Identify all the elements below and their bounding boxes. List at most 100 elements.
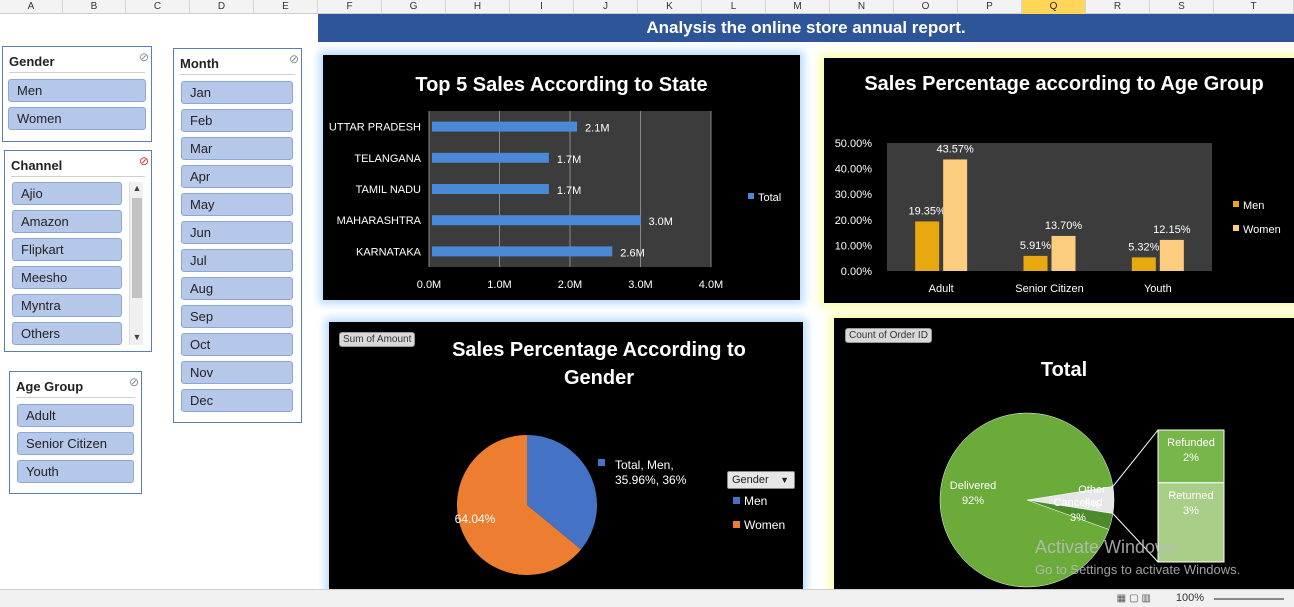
category-label: TELANGANA bbox=[354, 153, 421, 165]
column-header-c[interactable]: C bbox=[126, 0, 190, 14]
category-label: TAMIL NADU bbox=[356, 184, 421, 196]
slicer-item-mar[interactable]: Mar bbox=[181, 137, 293, 160]
legend-swatch-women bbox=[733, 521, 740, 528]
x-tick-label: 2.0M bbox=[558, 279, 582, 291]
column-header-l[interactable]: L bbox=[702, 0, 766, 14]
activate-windows-watermark: Activate Windows bbox=[1035, 537, 1178, 557]
month-slicer-title: Month bbox=[180, 53, 295, 75]
x-tick-label: 0.0M bbox=[417, 279, 441, 291]
gender-slicer[interactable]: Gender ⊘ Men Women bbox=[2, 46, 152, 142]
category-label: MAHARASHTRA bbox=[337, 215, 422, 227]
category-label: Senior Citizen bbox=[1015, 283, 1083, 295]
slicer-item-ajio[interactable]: Ajio bbox=[12, 182, 122, 205]
clear-filter-icon[interactable]: ⊘ bbox=[139, 50, 149, 64]
slicer-item-flipkart[interactable]: Flipkart bbox=[12, 238, 122, 261]
slicer-item-jul[interactable]: Jul bbox=[181, 249, 293, 272]
data-label: 2.6M bbox=[620, 247, 644, 259]
slicer-item-jun[interactable]: Jun bbox=[181, 221, 293, 244]
column-header-s[interactable]: S bbox=[1150, 0, 1214, 14]
slicer-item-sep[interactable]: Sep bbox=[181, 305, 293, 328]
data-label-women: 64.04% bbox=[455, 512, 496, 526]
slicer-item-others[interactable]: Others bbox=[12, 322, 122, 345]
column-header-a[interactable]: A bbox=[0, 0, 63, 14]
column-header-f[interactable]: F bbox=[318, 0, 382, 14]
clear-filter-icon[interactable]: ⊘ bbox=[129, 375, 139, 389]
column-header-j[interactable]: J bbox=[574, 0, 638, 14]
slicer-item-feb[interactable]: Feb bbox=[181, 109, 293, 132]
data-label: 1.7M bbox=[557, 185, 581, 197]
slicer-item-amazon[interactable]: Amazon bbox=[12, 210, 122, 233]
dropdown-arrow-icon: ▼ bbox=[780, 475, 789, 485]
category-label: Adult bbox=[929, 283, 954, 295]
column-header-b[interactable]: B bbox=[63, 0, 126, 14]
channel-scrollbar[interactable]: ▲ ▼ bbox=[129, 182, 143, 345]
gender-sales-panel[interactable]: Sum of Amount Sales Percentage According… bbox=[329, 322, 803, 589]
legend-swatch-women bbox=[1233, 225, 1239, 231]
bar-women-adult bbox=[943, 159, 968, 271]
clear-filter-icon[interactable]: ⊘ bbox=[289, 52, 299, 66]
gender-sales-chart: Total, Men, 35.96%, 36% 64.04% Men Women bbox=[455, 435, 785, 575]
column-header-g[interactable]: G bbox=[382, 0, 446, 14]
slicer-item-aug[interactable]: Aug bbox=[181, 277, 293, 300]
slicer-item-oct[interactable]: Oct bbox=[181, 333, 293, 356]
column-header-d[interactable]: D bbox=[190, 0, 254, 14]
x-tick-label: 3.0M bbox=[628, 279, 652, 291]
slicer-item-nov[interactable]: Nov bbox=[181, 361, 293, 384]
column-header-t[interactable]: T bbox=[1214, 0, 1294, 14]
legend-label-total: Total bbox=[758, 192, 781, 204]
slicer-item-men[interactable]: Men bbox=[8, 79, 146, 102]
month-slicer[interactable]: Month ⊘ Jan Feb Mar Apr May Jun Jul Aug Sep Oct No… bbox=[173, 48, 302, 423]
activate-windows-subtext: Go to Settings to activate Windows. bbox=[1035, 562, 1241, 577]
scroll-thumb[interactable] bbox=[132, 198, 142, 298]
age-group-slicer-title: Age Group bbox=[16, 376, 135, 398]
data-label: 13.70% bbox=[1045, 220, 1083, 232]
y-tick-label: 30.00% bbox=[835, 189, 873, 201]
x-tick-label: 1.0M bbox=[487, 279, 511, 291]
gender-filter-button[interactable]: Gender ▼ bbox=[727, 471, 795, 489]
zoom-slider[interactable] bbox=[1214, 598, 1284, 600]
view-mode-icons[interactable]: ▦▢▥ bbox=[1117, 593, 1154, 604]
slicer-item-dec[interactable]: Dec bbox=[181, 389, 293, 412]
column-header-p[interactable]: P bbox=[958, 0, 1022, 14]
bar-karnataka bbox=[432, 246, 613, 257]
category-label: KARNATAKA bbox=[356, 246, 422, 258]
slicer-item-jan[interactable]: Jan bbox=[181, 81, 293, 104]
clear-filter-icon[interactable]: ⊘ bbox=[139, 154, 149, 168]
column-header-r[interactable]: R bbox=[1086, 0, 1150, 14]
scroll-up-icon[interactable]: ▲ bbox=[130, 183, 144, 193]
slicer-item-youth[interactable]: Youth bbox=[17, 460, 134, 483]
slicer-item-women[interactable]: Women bbox=[8, 107, 146, 130]
y-tick-label: 40.00% bbox=[835, 164, 873, 176]
column-header-h[interactable]: H bbox=[446, 0, 510, 14]
column-header-m[interactable]: M bbox=[766, 0, 830, 14]
slicer-item-may[interactable]: May bbox=[181, 193, 293, 216]
column-header-k[interactable]: K bbox=[638, 0, 702, 14]
data-label-men: Total, Men, 35.96%, 36% bbox=[615, 458, 687, 487]
slicer-item-apr[interactable]: Apr bbox=[181, 165, 293, 188]
y-tick-label: 10.00% bbox=[835, 240, 873, 252]
state-sales-chart: 0.0M 1.0M 2.0M 3.0M 4.0M UTTAR PRADESH 2.1M TEL… bbox=[329, 111, 781, 291]
slicer-item-myntra[interactable]: Myntra bbox=[12, 294, 122, 317]
column-header-i[interactable]: I bbox=[510, 0, 574, 14]
slicer-item-meesho[interactable]: Meesho bbox=[12, 266, 122, 289]
age-sales-panel[interactable]: Sales Percentage according to Age Group … bbox=[824, 58, 1294, 303]
column-header-e[interactable]: E bbox=[254, 0, 318, 14]
state-sales-panel[interactable]: Top 5 Sales According to State 0.0M 1.0M 2… bbox=[323, 55, 800, 300]
slicer-item-adult[interactable]: Adult bbox=[17, 404, 134, 427]
data-label: 2.1M bbox=[585, 123, 609, 135]
bar-maharashtra bbox=[432, 215, 641, 226]
column-header-q[interactable]: Q bbox=[1022, 0, 1086, 14]
label-swatch-men bbox=[598, 459, 605, 466]
age-group-slicer[interactable]: Age Group ⊘ Adult Senior Citizen Youth bbox=[9, 371, 142, 494]
column-header-n[interactable]: N bbox=[830, 0, 894, 14]
column-header-o[interactable]: O bbox=[894, 0, 958, 14]
slicer-item-senior-citizen[interactable]: Senior Citizen bbox=[17, 432, 134, 455]
gender-filter-label: Gender bbox=[732, 474, 769, 486]
bar-telangana bbox=[432, 152, 549, 163]
report-banner: Analysis the online store annual report. bbox=[318, 14, 1294, 42]
legend-label-women: Women bbox=[744, 518, 785, 532]
legend-swatch-total bbox=[748, 193, 754, 199]
channel-slicer-title: Channel bbox=[11, 155, 145, 177]
channel-slicer[interactable]: Channel ⊘ Ajio Amazon Flipkart Meesho My… bbox=[4, 150, 152, 352]
scroll-down-icon[interactable]: ▼ bbox=[130, 332, 144, 342]
